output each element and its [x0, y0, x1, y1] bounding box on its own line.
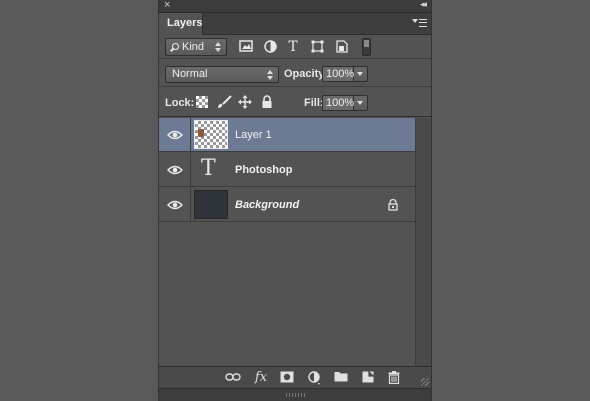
visibility-toggle[interactable] — [159, 188, 191, 222]
panel-tab-row: Layers — [159, 13, 431, 35]
panel-grip-bar[interactable] — [159, 388, 431, 401]
close-icon[interactable]: × — [164, 0, 170, 11]
search-icon — [172, 43, 179, 50]
adjustment-filter-icon[interactable] — [263, 40, 277, 54]
lock-transparent-pixels-icon[interactable] — [196, 96, 208, 108]
trash-icon[interactable] — [386, 371, 402, 385]
chevron-updown-icon — [215, 42, 221, 52]
filter-kind-select[interactable]: Kind — [165, 38, 227, 56]
type-filter-icon[interactable]: T — [286, 40, 300, 54]
layers-bottom-toolbar: fx — [159, 366, 431, 388]
visibility-toggle[interactable] — [159, 118, 191, 152]
tab-layers[interactable]: Layers — [159, 13, 203, 35]
opacity-dropdown-button[interactable] — [354, 66, 368, 82]
layer-thumbnail — [194, 120, 228, 149]
lock-label: Lock: — [165, 97, 195, 109]
shape-filter-icon[interactable] — [310, 40, 324, 54]
layer-name[interactable]: Photoshop — [235, 164, 292, 176]
layer-row[interactable]: Background — [159, 188, 415, 222]
lock-row: Lock: Fill: 100% — [159, 88, 431, 117]
layers-panel: × ◂◂ Layers Kind T Normal Opacity: 100% … — [158, 0, 432, 401]
panel-title-strip: × ◂◂ — [159, 0, 431, 13]
blend-mode-select[interactable]: Normal — [165, 66, 279, 83]
filter-kind-label: Kind — [182, 41, 205, 53]
eye-icon — [167, 200, 183, 210]
filter-toggle-switch[interactable] — [362, 38, 371, 56]
new-adjustment-layer-icon[interactable] — [307, 371, 323, 385]
collapse-icon[interactable]: ◂◂ — [420, 0, 427, 10]
layer-row[interactable]: Layer 1 — [159, 118, 415, 152]
opacity-input[interactable]: 100% — [322, 66, 354, 82]
fill-input[interactable]: 100% — [322, 95, 354, 111]
layers-scrollbar[interactable] — [415, 118, 431, 366]
layer-name[interactable]: Layer 1 — [235, 129, 272, 141]
filter-row: Kind T — [159, 35, 431, 59]
image-filter-icon[interactable] — [239, 40, 253, 54]
new-layer-icon[interactable] — [360, 371, 376, 385]
layer-thumbnail — [194, 190, 228, 219]
text-layer-icon: T — [201, 156, 216, 181]
link-layers-icon[interactable] — [225, 371, 241, 385]
layers-list: Layer 1 T Photoshop Background — [159, 118, 415, 366]
resize-handle-icon[interactable] — [421, 378, 429, 386]
lock-image-pixels-icon[interactable] — [216, 95, 232, 109]
panel-menu-icon[interactable] — [412, 17, 427, 29]
blend-mode-value: Normal — [172, 68, 208, 80]
lock-position-icon[interactable] — [238, 95, 252, 109]
layer-name[interactable]: Background — [235, 199, 299, 211]
drag-grip-icon[interactable] — [286, 393, 306, 397]
chevron-updown-icon — [267, 70, 273, 80]
lock-icon[interactable] — [387, 199, 399, 211]
lock-all-icon[interactable] — [261, 95, 275, 109]
eye-icon — [167, 130, 183, 140]
smart-object-filter-icon[interactable] — [335, 40, 349, 54]
fill-dropdown-button[interactable] — [354, 95, 368, 111]
fill-label: Fill: — [304, 97, 324, 109]
visibility-toggle[interactable] — [159, 153, 191, 187]
blend-row: Normal Opacity: 100% — [159, 60, 431, 87]
eye-icon — [167, 165, 183, 175]
new-group-folder-icon[interactable] — [333, 371, 349, 385]
layer-row[interactable]: T Photoshop — [159, 153, 415, 187]
add-mask-icon[interactable] — [279, 371, 295, 385]
layer-style-fx-icon[interactable]: fx — [253, 371, 269, 385]
